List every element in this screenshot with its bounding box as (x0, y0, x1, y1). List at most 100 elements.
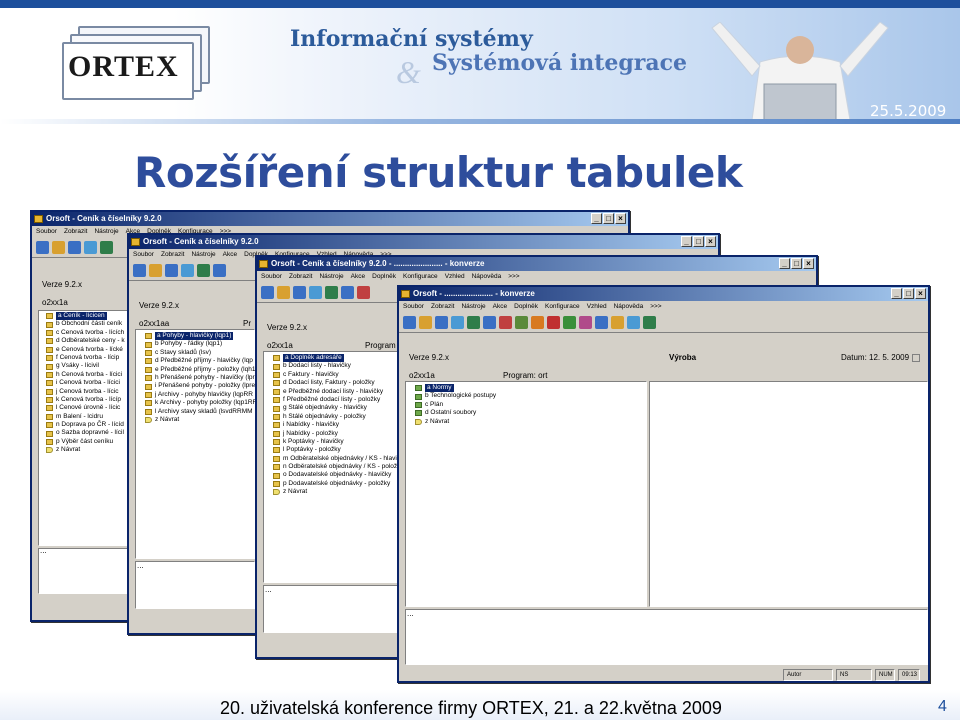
tree-item[interactable]: e Předběžné dodací listy - hlavičky (273, 388, 400, 396)
menu-item[interactable]: >>> (508, 271, 519, 283)
tool-icon[interactable] (261, 286, 274, 299)
tool-icon[interactable] (325, 286, 338, 299)
tree-item[interactable]: j Cenová tvorba - lícic (46, 388, 125, 396)
menu-item[interactable]: Nápověda (472, 271, 502, 283)
tree-item[interactable]: b Technologické postupy (415, 392, 496, 400)
chevron-down-icon[interactable] (912, 353, 921, 362)
tool-icon[interactable] (165, 264, 178, 277)
menu-item[interactable]: Akce (223, 249, 237, 261)
tool-icon[interactable] (515, 316, 528, 329)
app-window-4[interactable]: Orsoft - ...................... - konver… (397, 285, 930, 683)
close-button[interactable]: × (803, 258, 814, 269)
tree-item[interactable]: l Archivy stavy skladů (lsvdRRMM (145, 408, 257, 416)
tree-item[interactable]: d Ostatní soubory (415, 409, 496, 417)
tree-item[interactable]: f Předběžné dodací listy - položky (273, 396, 400, 404)
tool-icon[interactable] (213, 264, 226, 277)
tool-icon[interactable] (84, 241, 97, 254)
menu-item[interactable]: Doplněk (372, 271, 396, 283)
tree-item[interactable]: b Dodací listy - hlavičky (273, 362, 400, 370)
tree-item[interactable]: e Předběžné příjmy - položky (lqh1 (145, 366, 257, 374)
window-titlebar[interactable]: Orsoft - Ceník a číselníky 9.2.0 _ □ × (129, 235, 718, 249)
tool-icon[interactable] (627, 316, 640, 329)
maximize-button[interactable]: □ (903, 288, 914, 299)
tree-item[interactable]: m Balení - lcidru (46, 413, 125, 421)
tree-item[interactable]: l Cenové úrovně - lícic (46, 404, 125, 412)
tree-item[interactable]: j Archivy - pohyby hlavičky (lqpRR (145, 391, 257, 399)
minimize-button[interactable]: _ (891, 288, 902, 299)
tree-item[interactable]: b Obchodní části ceník (46, 320, 125, 328)
menu-item[interactable]: Vzhled (445, 271, 465, 283)
tool-icon[interactable] (403, 316, 416, 329)
tree-item[interactable]: c Stavy skladů (lsv) (145, 349, 257, 357)
menu-item[interactable]: Soubor (36, 226, 57, 238)
tree-item[interactable]: d Předběžné příjmy - hlavičky (lqp (145, 357, 257, 365)
menu-item[interactable]: Doplněk (514, 301, 538, 313)
tree-item[interactable]: d Odběratelské ceny - k (46, 337, 125, 345)
tree-item[interactable]: f Cenová tvorba - lícip (46, 354, 125, 362)
tool-icon[interactable] (451, 316, 464, 329)
tree-item[interactable]: i Přenášené pohyby - položky (lpre (145, 382, 257, 390)
tree-item[interactable]: c Faktury - hlavičky (273, 371, 400, 379)
tree-item[interactable]: h Cenová tvorba - lícici (46, 371, 125, 379)
tool-icon[interactable] (309, 286, 322, 299)
tree-item[interactable]: e Cenová tvorba - lícké (46, 346, 125, 354)
menu-item[interactable]: Nástroje (461, 301, 485, 313)
close-button[interactable]: × (915, 288, 926, 299)
tool-icon[interactable] (467, 316, 480, 329)
tool-icon[interactable] (36, 241, 49, 254)
table-tree[interactable]: a Normy b Technologické postupy c Plán d… (415, 384, 496, 426)
tool-icon[interactable] (579, 316, 592, 329)
tree-item[interactable]: p Výběr část ceníku (46, 438, 125, 446)
menu-item[interactable]: Vzhled (587, 301, 607, 313)
tree-item[interactable]: a Normy (415, 384, 496, 393)
menu-item[interactable]: Konfigurace (403, 271, 438, 283)
table-tree[interactable]: a Ceník - lícicen b Obchodní části ceník… (46, 312, 125, 455)
maximize-button[interactable]: □ (603, 213, 614, 224)
tree-item[interactable]: o Sazba dopravné - lícil (46, 429, 125, 437)
menu-item[interactable]: Soubor (133, 249, 154, 261)
tree-item[interactable]: l Poptávky - položky (273, 446, 400, 454)
tree-item[interactable]: h Stálé objednávky - položky (273, 413, 400, 421)
tree-item[interactable]: j Nabídky - položky (273, 430, 400, 438)
content-panel[interactable] (649, 381, 928, 607)
date-field[interactable]: Datum: 12. 5. 2009 (841, 353, 921, 362)
tool-icon[interactable] (357, 286, 370, 299)
menu-item[interactable]: Nástroje (94, 226, 118, 238)
tool-icon[interactable] (100, 241, 113, 254)
tree-item[interactable]: a Ceník - lícicen (46, 312, 125, 321)
tree-item-back[interactable]: z Návrat (273, 488, 400, 496)
tree-item[interactable]: d Dodací listy, Faktury - položky (273, 379, 400, 387)
window-titlebar[interactable]: Orsoft - ...................... - konver… (399, 287, 928, 301)
menu-item[interactable]: >>> (650, 301, 661, 313)
window-titlebar[interactable]: Orsoft - Ceník a číselníky 9.2.0 - .....… (257, 257, 816, 271)
tool-icon[interactable] (293, 286, 306, 299)
tool-icon[interactable] (133, 264, 146, 277)
tree-item[interactable]: k Cenová tvorba - lícíp (46, 396, 125, 404)
menu-item[interactable]: Zobrazit (161, 249, 184, 261)
menu-item[interactable]: Zobrazit (431, 301, 454, 313)
tree-item[interactable]: k Poptávky - hlavičky (273, 438, 400, 446)
table-tree[interactable]: a Doplněk adresáře b Dodací listy - hlav… (273, 354, 400, 497)
menu-item[interactable]: Soubor (261, 271, 282, 283)
tool-icon[interactable] (52, 241, 65, 254)
minimize-button[interactable]: _ (591, 213, 602, 224)
close-button[interactable]: × (615, 213, 626, 224)
tree-item[interactable]: a Doplněk adresáře (273, 354, 400, 363)
tree-item[interactable]: i Cenová tvorba - lícici (46, 379, 125, 387)
menu-item[interactable]: Nástroje (191, 249, 215, 261)
menu-item[interactable]: Zobrazit (64, 226, 87, 238)
tree-item[interactable]: g Vsáky - lícivil (46, 362, 125, 370)
tool-icon[interactable] (531, 316, 544, 329)
tool-icon[interactable] (611, 316, 624, 329)
tool-icon[interactable] (68, 241, 81, 254)
minimize-button[interactable]: _ (779, 258, 790, 269)
tool-icon[interactable] (435, 316, 448, 329)
menu-item[interactable]: Akce (351, 271, 365, 283)
maximize-button[interactable]: □ (791, 258, 802, 269)
tree-item[interactable]: b Pohyby - řádky (lqp1) (145, 340, 257, 348)
tool-icon[interactable] (483, 316, 496, 329)
tree-item[interactable]: m Odběratelské objednávky / KS - hlavič (273, 455, 400, 463)
tool-icon[interactable] (181, 264, 194, 277)
tree-item-back[interactable]: z Návrat (46, 446, 125, 454)
tool-icon[interactable] (643, 316, 656, 329)
